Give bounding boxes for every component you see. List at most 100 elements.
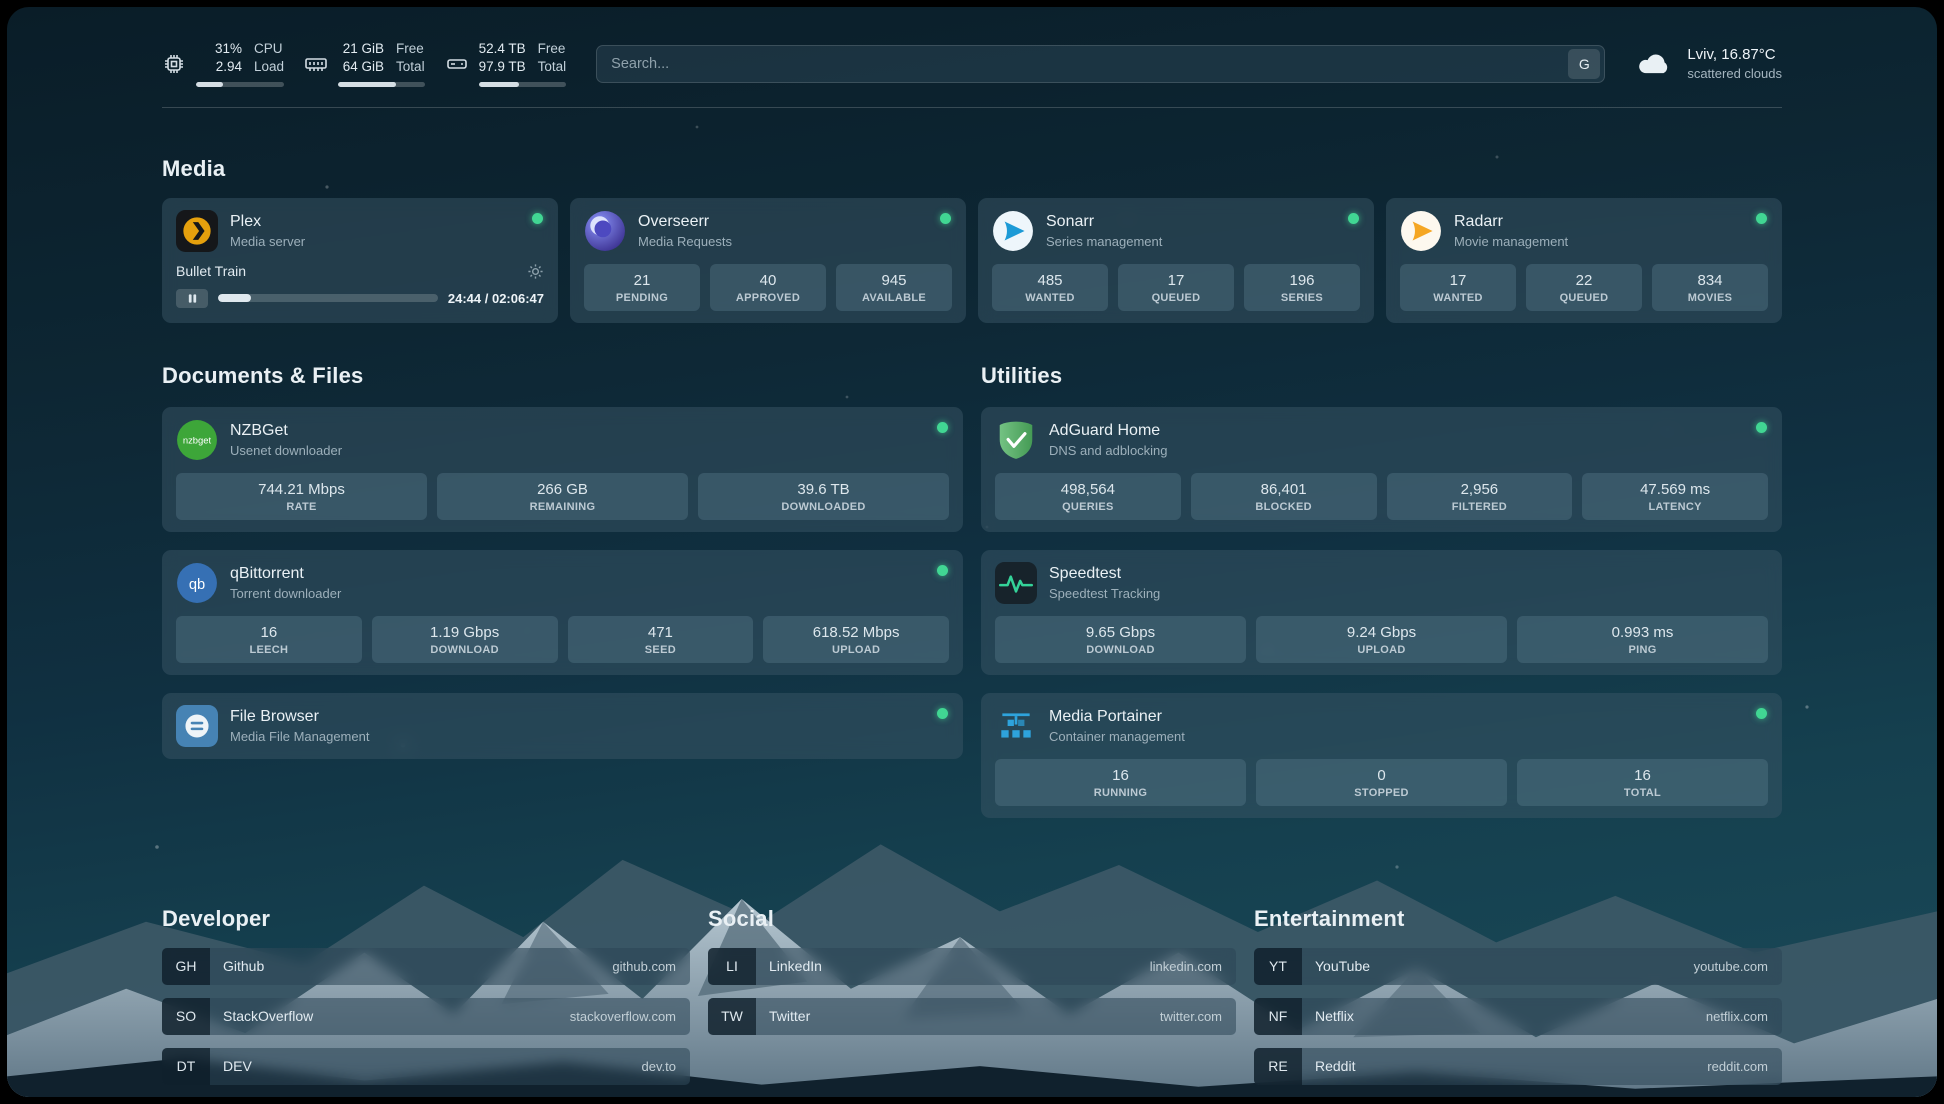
bookmark-url: youtube.com (1694, 959, 1768, 974)
service-card-nzbget[interactable]: nzbget NZBGet Usenet downloader 744.21 M… (162, 407, 963, 532)
filebrowser-icon (176, 705, 218, 747)
search-input[interactable] (597, 56, 1568, 72)
adguard-icon (995, 419, 1037, 461)
memory-label-bottom: Total (396, 59, 425, 76)
service-card-overseerr[interactable]: Overseerr Media Requests 21PENDING 40APP… (570, 198, 966, 323)
stat-approved: 40APPROVED (710, 264, 826, 311)
service-name: Sonarr (1046, 213, 1162, 231)
weather-widget[interactable]: Lviv, 16.87°C scattered clouds (1635, 45, 1782, 83)
service-name: qBittorrent (230, 565, 341, 583)
section-title-entertainment: Entertainment (1254, 906, 1782, 932)
service-card-qbittorrent[interactable]: qb qBittorrent Torrent downloader 16LEEC… (162, 550, 963, 675)
service-name: Radarr (1454, 213, 1568, 231)
section-documents: Documents & Files nzbget NZBGet Usenet d… (162, 363, 963, 818)
playback-time: 24:44 / 02:06:47 (448, 291, 544, 306)
cloud-icon (1635, 50, 1675, 78)
stat-remaining: 266 GBREMAINING (437, 473, 688, 520)
service-name: NZBGet (230, 422, 342, 440)
stat-queued: 22QUEUED (1526, 264, 1642, 311)
header-divider (162, 107, 1782, 108)
svg-text:qb: qb (189, 577, 205, 593)
service-card-radarr[interactable]: Radarr Movie management 17WANTED 22QUEUE… (1386, 198, 1782, 323)
stat-leech: 16LEECH (176, 616, 362, 663)
disk-monitor: 52.4 TB Free 97.9 TB Total (445, 41, 567, 87)
bookmark-url: twitter.com (1160, 1009, 1222, 1024)
bookmark-url: linkedin.com (1150, 959, 1222, 974)
service-card-speedtest[interactable]: Speedtest Speedtest Tracking 9.65 GbpsDO… (981, 550, 1782, 675)
stat-wanted: 485WANTED (992, 264, 1108, 311)
cpu-label-top: CPU (254, 41, 284, 58)
memory-progress-bar (338, 82, 425, 87)
section-title-utilities: Utilities (981, 363, 1782, 389)
pause-button[interactable] (176, 289, 208, 308)
memory-icon (304, 52, 328, 76)
bookmark-abbr: NF (1254, 998, 1302, 1035)
bookmark-linkedin[interactable]: LI LinkedIn linkedin.com (708, 948, 1236, 985)
stat-downloaded: 39.6 TBDOWNLOADED (698, 473, 949, 520)
disk-label-bottom: Total (538, 59, 567, 76)
bookmark-abbr: DT (162, 1048, 210, 1085)
bookmarks-entertainment: Entertainment YT YouTube youtube.com NF … (1254, 906, 1782, 1097)
service-name: Plex (230, 213, 305, 231)
gear-icon[interactable] (527, 263, 544, 280)
playback-progress-bar[interactable] (218, 294, 438, 302)
service-card-portainer[interactable]: Media Portainer Container management 16R… (981, 693, 1782, 818)
bookmark-netflix[interactable]: NF Netflix netflix.com (1254, 998, 1782, 1035)
service-card-plex[interactable]: Plex Media server Bullet Train (162, 198, 558, 323)
search-bar: G (596, 45, 1605, 83)
weather-condition: scattered clouds (1687, 65, 1782, 83)
service-desc: Container management (1049, 729, 1185, 744)
bookmark-github[interactable]: GH Github github.com (162, 948, 690, 985)
now-playing-title: Bullet Train (176, 263, 246, 279)
status-dot (937, 708, 948, 719)
bookmark-stackoverflow[interactable]: SO StackOverflow stackoverflow.com (162, 998, 690, 1035)
bookmark-abbr: LI (708, 948, 756, 985)
service-name: File Browser (230, 708, 369, 726)
service-desc: DNS and adblocking (1049, 443, 1168, 458)
bookmark-name: StackOverflow (223, 1008, 313, 1024)
stat-available: 945AVAILABLE (836, 264, 952, 311)
portainer-icon (995, 705, 1037, 747)
stat-series: 196SERIES (1244, 264, 1360, 311)
cpu-monitor: 31% CPU 2.94 Load (162, 41, 284, 87)
bookmark-twitter[interactable]: TW Twitter twitter.com (708, 998, 1236, 1035)
bookmark-name: LinkedIn (769, 958, 822, 974)
service-card-filebrowser[interactable]: File Browser Media File Management (162, 693, 963, 759)
status-dot (937, 422, 948, 433)
service-desc: Media Requests (638, 234, 732, 249)
bookmark-reddit[interactable]: RE Reddit reddit.com (1254, 1048, 1782, 1085)
memory-label-top: Free (396, 41, 425, 58)
dashboard-screen: 31% CPU 2.94 Load 21 GiB Free (7, 7, 1937, 1097)
bookmarks-developer: Developer GH Github github.com SO StackO… (162, 906, 690, 1097)
radarr-icon (1400, 210, 1442, 252)
memory-total: 64 GiB (338, 59, 384, 76)
bookmark-dev[interactable]: DT DEV dev.to (162, 1048, 690, 1085)
service-card-sonarr[interactable]: Sonarr Series management 485WANTED 17QUE… (978, 198, 1374, 323)
cpu-load: 2.94 (196, 59, 242, 76)
stat-download: 9.65 GbpsDOWNLOAD (995, 616, 1246, 663)
service-desc: Usenet downloader (230, 443, 342, 458)
search-provider-button[interactable]: G (1568, 49, 1600, 79)
stat-download: 1.19 GbpsDOWNLOAD (372, 616, 558, 663)
stat-filtered: 2,956FILTERED (1387, 473, 1573, 520)
memory-free: 21 GiB (338, 41, 384, 58)
sonarr-icon (992, 210, 1034, 252)
section-media: Media Plex Media server (162, 156, 1782, 323)
disk-free: 52.4 TB (479, 41, 526, 58)
section-title-documents: Documents & Files (162, 363, 963, 389)
status-dot (1756, 708, 1767, 719)
top-bar: 31% CPU 2.94 Load 21 GiB Free (162, 41, 1782, 87)
section-title-social: Social (708, 906, 1236, 932)
bookmark-name: YouTube (1315, 958, 1370, 974)
bookmark-url: dev.to (642, 1059, 676, 1074)
disk-progress-bar (479, 82, 567, 87)
memory-monitor: 21 GiB Free 64 GiB Total (304, 41, 425, 87)
stat-stopped: 0STOPPED (1256, 759, 1507, 806)
bookmark-abbr: RE (1254, 1048, 1302, 1085)
service-card-adguard[interactable]: AdGuard Home DNS and adblocking 498,564Q… (981, 407, 1782, 532)
bookmark-youtube[interactable]: YT YouTube youtube.com (1254, 948, 1782, 985)
stat-ping: 0.993 msPING (1517, 616, 1768, 663)
stat-seed: 471SEED (568, 616, 754, 663)
stat-queued: 17QUEUED (1118, 264, 1234, 311)
dashboard-content: 31% CPU 2.94 Load 21 GiB Free (162, 7, 1782, 1097)
